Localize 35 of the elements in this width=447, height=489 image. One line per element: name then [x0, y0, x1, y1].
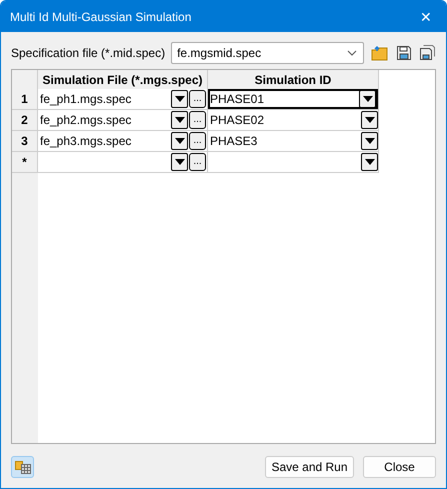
browse-button[interactable]: ... [189, 132, 206, 150]
browse-button[interactable]: ... [189, 111, 206, 129]
table-cell[interactable]: PHASE01 [208, 89, 378, 109]
dropdown-icon[interactable] [171, 111, 188, 129]
table-cell[interactable]: fe_ph1.mgs.spec [40, 92, 170, 106]
browse-button[interactable]: ... [189, 153, 206, 171]
table-cell[interactable]: PHASE3 [208, 131, 378, 151]
browse-button[interactable]: ... [189, 90, 206, 108]
close-button[interactable]: ✕ [406, 1, 446, 32]
save-icon[interactable] [396, 45, 412, 61]
table-cell[interactable]: fe_ph2.mgs.spec [40, 113, 170, 127]
table-cell[interactable]: fe_ph3.mgs.spec [40, 134, 170, 148]
dropdown-icon[interactable] [359, 90, 376, 108]
table-cell[interactable]: PHASE02 [208, 110, 378, 130]
dropdown-icon[interactable] [361, 111, 378, 129]
chevron-icon [347, 50, 358, 56]
window-title: Multi Id Multi-Gaussian Simulation [10, 10, 192, 24]
column-header: Simulation ID [208, 70, 378, 89]
dropdown-icon[interactable] [171, 153, 188, 171]
folder-icon[interactable] [371, 45, 390, 61]
save-and-run-button[interactable]: Save and Run [265, 456, 354, 478]
spec-file-label: Specification file (*.mid.spec) [11, 46, 166, 60]
column-header: Simulation File (*.mgs.spec) [38, 70, 208, 89]
dropdown-icon[interactable] [361, 132, 378, 150]
row-header[interactable]: 3 [12, 130, 38, 152]
row-header[interactable]: 1 [12, 89, 38, 110]
dropdown-icon[interactable] [171, 90, 188, 108]
spec-file-dropdown[interactable]: fe.mgsmid.spec [171, 42, 364, 64]
row-header[interactable]: 2 [12, 110, 38, 130]
close-dialog-button[interactable]: Close [363, 456, 436, 478]
dropdown-icon[interactable] [361, 153, 378, 171]
save-as-icon[interactable] [419, 45, 436, 61]
dropdown-icon[interactable] [171, 132, 188, 150]
row-header[interactable]: * [12, 152, 38, 172]
table-options-button[interactable] [11, 456, 34, 478]
